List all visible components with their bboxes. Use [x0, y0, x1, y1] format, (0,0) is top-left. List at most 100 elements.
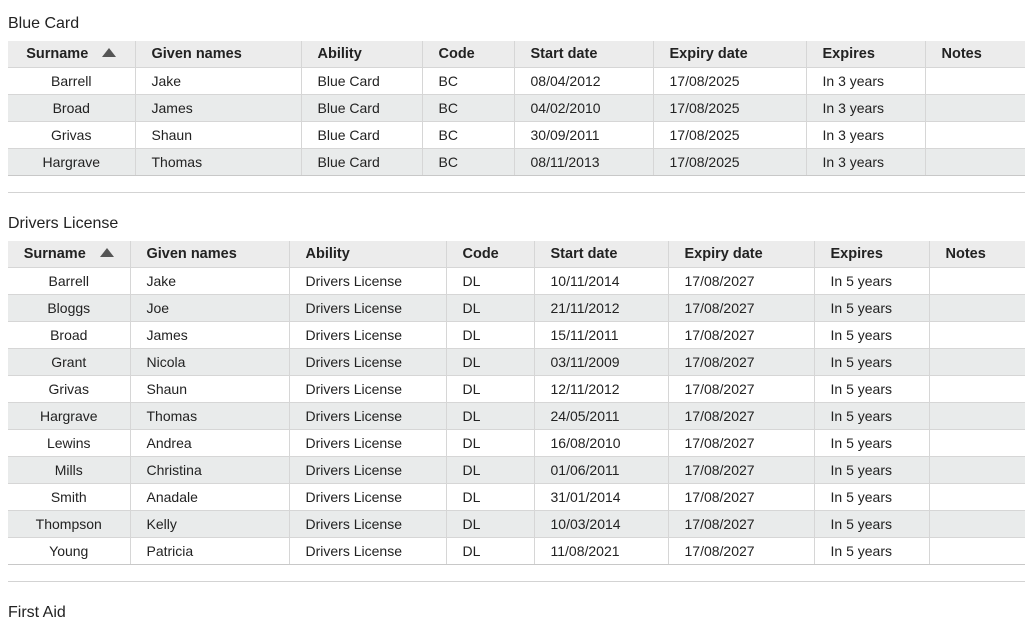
code-cell: DL — [446, 402, 535, 430]
notes-cell — [929, 510, 1025, 538]
table-row[interactable]: Barrell Jake Drivers License DL 10/11/2014 17… — [8, 267, 1025, 295]
expires-cell: In 5 years — [814, 537, 930, 565]
ability-cell: Drivers License — [289, 348, 447, 376]
surname-cell: Hargrave — [8, 148, 136, 176]
start-date-cell: 03/11/2009 — [534, 348, 669, 376]
table-row[interactable]: Lewins Andrea Drivers License DL 16/08/2010 1… — [8, 429, 1025, 457]
column-header-ability[interactable]: Ability — [301, 41, 423, 68]
table-row[interactable]: Smith Anadale Drivers License DL 31/01/2014 1… — [8, 483, 1025, 511]
sort-ascending-icon — [102, 47, 117, 57]
expires-cell: In 5 years — [814, 348, 930, 376]
table-row[interactable]: Hargrave Thomas Drivers License DL 24/05/201… — [8, 402, 1025, 430]
expires-cell: In 3 years — [806, 67, 926, 95]
start-date-cell: 11/08/2021 — [534, 537, 669, 565]
notes-cell — [929, 402, 1025, 430]
given-names-cell: Kelly — [130, 510, 290, 538]
section-title-first-aid: First Aid — [8, 604, 66, 621]
expires-cell: In 5 years — [814, 483, 930, 511]
given-names-cell: Jake — [130, 267, 290, 295]
column-header-code[interactable]: Code — [422, 41, 515, 68]
given-names-cell: Shaun — [130, 375, 290, 403]
table-header-row: Surname Given names Ability Code Start d… — [8, 241, 1025, 268]
column-header-surname[interactable]: Surname — [8, 41, 136, 68]
expiry-date-cell: 17/08/2027 — [668, 321, 815, 349]
table-row[interactable]: Grant Nicola Drivers License DL 03/11/2009 17… — [8, 348, 1025, 376]
notes-cell — [929, 429, 1025, 457]
surname-cell: Thompson — [8, 510, 131, 538]
column-header-start-date[interactable]: Start date — [534, 241, 669, 268]
column-header-code[interactable]: Code — [446, 241, 535, 268]
expiry-date-cell: 17/08/2025 — [653, 148, 807, 176]
notes-cell — [929, 456, 1025, 484]
surname-cell: Mills — [8, 456, 131, 484]
given-names-cell: Thomas — [130, 402, 290, 430]
notes-cell — [925, 148, 1025, 176]
table-row[interactable]: Barrell Jake Blue Card BC 08/04/2012 17/08/20… — [8, 67, 1025, 95]
column-header-given-names[interactable]: Given names — [135, 41, 302, 68]
expires-cell: In 5 years — [814, 267, 930, 295]
code-cell: DL — [446, 483, 535, 511]
surname-cell: Lewins — [8, 429, 131, 457]
column-header-start-date[interactable]: Start date — [514, 41, 654, 68]
expiry-date-cell: 17/08/2027 — [668, 510, 815, 538]
ability-cell: Blue Card — [301, 148, 423, 176]
given-names-cell: James — [130, 321, 290, 349]
table-row[interactable]: Broad James Drivers License DL 15/11/2011 17/… — [8, 321, 1025, 349]
table-row[interactable]: Bloggs Joe Drivers License DL 21/11/2012 17/0… — [8, 294, 1025, 322]
column-header-expiry-date[interactable]: Expiry date — [653, 41, 807, 68]
start-date-cell: 15/11/2011 — [534, 321, 669, 349]
table-row[interactable]: Grivas Shaun Blue Card BC 30/09/2011 17/08/20… — [8, 121, 1025, 149]
surname-cell: Grivas — [8, 121, 136, 149]
start-date-cell: 16/08/2010 — [534, 429, 669, 457]
column-header-expires[interactable]: Expires — [814, 241, 930, 268]
surname-cell: Grivas — [8, 375, 131, 403]
surname-cell: Barrell — [8, 267, 131, 295]
start-date-cell: 31/01/2014 — [534, 483, 669, 511]
table-row[interactable]: Thompson Kelly Drivers License DL 10/03/2014… — [8, 510, 1025, 538]
expiry-date-cell: 17/08/2027 — [668, 348, 815, 376]
given-names-cell: Anadale — [130, 483, 290, 511]
column-header-surname[interactable]: Surname — [8, 241, 131, 268]
expiry-date-cell: 17/08/2025 — [653, 121, 807, 149]
table-row[interactable]: Grivas Shaun Drivers License DL 12/11/2012 17… — [8, 375, 1025, 403]
ability-cell: Drivers License — [289, 510, 447, 538]
ability-cell: Blue Card — [301, 121, 423, 149]
code-cell: BC — [422, 67, 515, 95]
column-header-given-names[interactable]: Given names — [130, 241, 290, 268]
ability-cell: Drivers License — [289, 321, 447, 349]
table-row[interactable]: Mills Christina Drivers License DL 01/06/201… — [8, 456, 1025, 484]
expiry-date-cell: 17/08/2027 — [668, 267, 815, 295]
start-date-cell: 24/05/2011 — [534, 402, 669, 430]
notes-cell — [929, 294, 1025, 322]
expires-cell: In 5 years — [814, 321, 930, 349]
table-row[interactable]: Broad James Blue Card BC 04/02/2010 17/08/202… — [8, 94, 1025, 122]
expiry-date-cell: 17/08/2027 — [668, 375, 815, 403]
expiry-date-cell: 17/08/2025 — [653, 94, 807, 122]
code-cell: DL — [446, 321, 535, 349]
expires-cell: In 5 years — [814, 375, 930, 403]
given-names-cell: Christina — [130, 456, 290, 484]
column-header-expiry-date[interactable]: Expiry date — [668, 241, 815, 268]
table-header-row: Surname Given names Ability Code Start d… — [8, 41, 1025, 68]
surname-cell: Smith — [8, 483, 131, 511]
given-names-cell: Thomas — [135, 148, 302, 176]
surname-cell: Bloggs — [8, 294, 131, 322]
column-header-notes[interactable]: Notes — [929, 241, 1025, 268]
drivers-license-table: Surname Given names Ability Code Start d… — [8, 241, 1025, 565]
column-header-expires[interactable]: Expires — [806, 41, 926, 68]
expiry-date-cell: 17/08/2027 — [668, 537, 815, 565]
code-cell: DL — [446, 456, 535, 484]
blue-card-table: Surname Given names Ability Code Start d… — [8, 41, 1025, 176]
table-row[interactable]: Young Patricia Drivers License DL 11/08/2021… — [8, 537, 1025, 565]
expiry-date-cell: 17/08/2027 — [668, 456, 815, 484]
notes-cell — [929, 267, 1025, 295]
column-header-notes[interactable]: Notes — [925, 41, 1025, 68]
table-row[interactable]: Hargrave Thomas Blue Card BC 08/11/2013 17/08… — [8, 148, 1025, 176]
code-cell: DL — [446, 267, 535, 295]
ability-cell: Drivers License — [289, 267, 447, 295]
column-header-ability[interactable]: Ability — [289, 241, 447, 268]
section-title-drivers-license: Drivers License — [8, 215, 119, 232]
surname-cell: Hargrave — [8, 402, 131, 430]
code-cell: DL — [446, 348, 535, 376]
start-date-cell: 10/11/2014 — [534, 267, 669, 295]
